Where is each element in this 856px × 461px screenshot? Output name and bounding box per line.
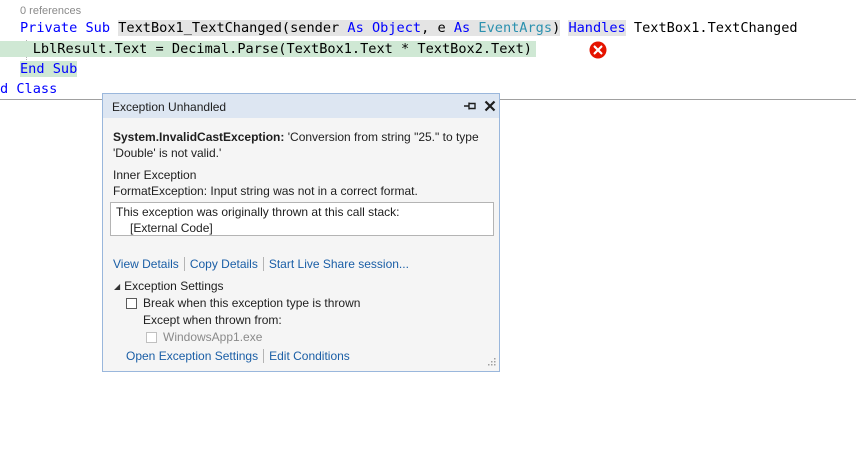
param-e: e — [437, 20, 446, 36]
open-exception-settings-link[interactable]: Open Exception Settings — [126, 349, 258, 363]
close-icon[interactable] — [483, 99, 497, 113]
keyword-end-fragment: d — [0, 81, 9, 97]
popup-title: Exception Unhandled — [112, 100, 227, 114]
call-stack-frame[interactable]: [External Code] — [130, 221, 213, 235]
comma: , — [421, 20, 430, 36]
keyword-as: As — [453, 20, 471, 36]
handles-target: TextBox1.TextChanged — [633, 20, 798, 36]
exception-settings-label: Exception Settings — [124, 279, 224, 293]
codelens-references[interactable]: 0 references — [20, 5, 81, 17]
view-details-link[interactable]: View Details — [113, 257, 179, 271]
except-when-thrown-label: Except when thrown from: — [143, 313, 282, 327]
open-paren: ( — [281, 20, 291, 36]
pin-icon[interactable] — [463, 100, 477, 112]
link-separator — [263, 349, 265, 363]
module-checkbox — [146, 332, 157, 343]
popup-header: Exception Unhandled — [103, 94, 499, 118]
settings-links: Open Exception Settings Edit Conditions — [126, 349, 350, 363]
copy-details-link[interactable]: Copy Details — [190, 257, 258, 271]
code-editor[interactable]: 0 references Private Sub TextBox1_TextCh… — [0, 0, 856, 100]
code-line-end-sub[interactable]: End Sub — [20, 59, 78, 79]
code-line-end-class[interactable]: d Class — [0, 79, 57, 99]
keyword-sub: Sub — [52, 61, 78, 77]
current-statement: LblResult.Text = Decimal.Parse(TextBox1.… — [32, 41, 536, 57]
param-sender: sender — [290, 20, 340, 36]
live-share-link[interactable]: Start Live Share session... — [269, 257, 409, 271]
type-object: Object — [371, 20, 422, 36]
error-circle-x-icon[interactable] — [589, 41, 607, 59]
link-separator — [183, 257, 185, 271]
method-name: TextBox1_TextChanged — [118, 20, 282, 36]
link-separator — [262, 257, 264, 271]
code-line-sub-declaration[interactable]: Private Sub TextBox1_TextChanged(sender … — [20, 18, 798, 38]
keyword-class: Class — [16, 81, 58, 97]
keyword-sub: Sub — [85, 20, 111, 36]
exception-type: System.InvalidCastException: — [113, 130, 285, 144]
code-line-current-statement[interactable]: LblResult.Text = Decimal.Parse(TextBox1.… — [0, 39, 536, 59]
exception-message: System.InvalidCastException: 'Conversion… — [113, 129, 489, 161]
module-label: WindowsApp1.exe — [163, 330, 263, 344]
exception-unhandled-popup: Exception Unhandled System.InvalidCastEx… — [102, 93, 500, 372]
keyword-handles: Handles — [568, 20, 626, 36]
module-row: WindowsApp1.exe — [146, 330, 262, 344]
resize-grip-icon[interactable] — [486, 358, 496, 368]
inner-exception-text: FormatException: Input string was not in… — [113, 184, 418, 198]
break-when-thrown-row[interactable]: Break when this exception type is thrown — [126, 296, 360, 310]
caret-down-icon[interactable]: ◢ — [114, 282, 120, 291]
popup-links: View Details Copy Details Start Live Share… — [113, 257, 409, 271]
exception-settings-header[interactable]: ◢ Exception Settings — [114, 279, 224, 293]
keyword-end: End — [20, 61, 45, 77]
keyword-private: Private — [20, 20, 78, 36]
type-eventargs: EventArgs — [478, 20, 553, 36]
inner-exception-label: Inner Exception — [113, 168, 197, 182]
break-when-thrown-label: Break when this exception type is thrown — [143, 296, 361, 310]
keyword-as: As — [347, 20, 364, 36]
break-when-thrown-checkbox[interactable] — [126, 298, 137, 309]
call-stack-box[interactable]: This exception was originally thrown at … — [110, 202, 494, 236]
edit-conditions-link[interactable]: Edit Conditions — [269, 349, 350, 363]
close-paren: ) — [552, 20, 561, 36]
call-stack-intro: This exception was originally thrown at … — [116, 205, 400, 219]
inner-exception: Inner Exception FormatException: Input s… — [113, 167, 418, 199]
